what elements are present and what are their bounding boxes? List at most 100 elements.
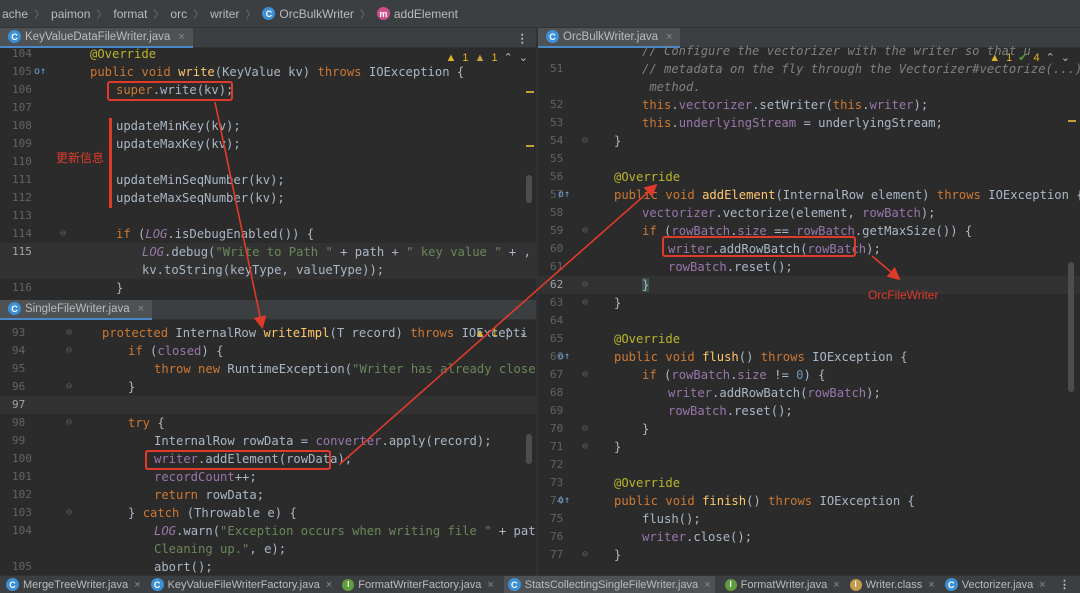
override-marker-icon[interactable]: o↑ — [34, 63, 46, 81]
override-marker-icon[interactable]: o↑ — [558, 186, 570, 204]
vertical-scrollbar[interactable] — [1068, 262, 1074, 392]
close-icon[interactable]: × — [928, 579, 934, 591]
close-icon[interactable]: × — [326, 579, 332, 591]
vertical-scrollbar[interactable] — [526, 175, 532, 203]
fold-icon[interactable]: ⊖ — [66, 378, 72, 396]
line-number: 109 — [12, 137, 32, 150]
fold-icon[interactable]: ⊖ — [582, 420, 588, 438]
breadcrumb-label: OrcBulkWriter — [279, 6, 354, 21]
close-icon[interactable]: × — [178, 31, 184, 43]
code-line: 72 — [538, 456, 1080, 474]
highlight-update-bar — [109, 118, 112, 208]
breadcrumb-item-paimon[interactable]: paimon — [51, 7, 90, 21]
override-marker-icon[interactable]: o↑ — [558, 348, 570, 366]
code-line: 104 @Override — [0, 45, 536, 63]
tab-vectorizer[interactable]: C Vectorizer.java × — [944, 578, 1046, 591]
close-icon[interactable]: × — [138, 303, 144, 315]
fold-icon[interactable]: ⊖ — [66, 504, 72, 522]
tab-keyvaluefilewriterfactory[interactable]: C KeyValueFileWriterFactory.java × — [150, 578, 332, 591]
tab-formatwriterfactory[interactable]: I FormatWriterFactory.java × — [342, 578, 494, 591]
tab-menu-icon[interactable]: ⋮ — [1059, 578, 1070, 591]
override-marker-icon[interactable]: o↑ — [558, 492, 570, 510]
fold-icon[interactable]: ⊖ — [582, 132, 588, 150]
close-icon[interactable]: × — [666, 31, 672, 43]
line-number: 116 — [12, 281, 32, 294]
fold-icon[interactable]: ⊖ — [66, 342, 72, 360]
breadcrumb-item-addelement[interactable]: m addElement — [376, 7, 458, 21]
code-line: 115 LOG.debug("Write to Path " + path + "… — [0, 243, 536, 261]
code-editor[interactable]: ▲ 1 ✔ 4 ⌃ ⌄ // Configure the vectorizer wit… — [538, 42, 1080, 575]
code-line: 106 super.write(kv); — [0, 81, 536, 99]
tab-formatwriter[interactable]: I FormatWriter.java × — [724, 578, 840, 591]
tab-statscollectingsinglefilewriter[interactable]: C StatsCollectingSingleFileWriter.java × — [503, 575, 715, 593]
code-line: // Configure the vectorizer with the wri… — [642, 44, 1031, 58]
editor-pane-orcbulkwriter: C OrcBulkWriter.java × ▲ 1 ✔ 4 ⌃ ⌄ // Configu… — [538, 28, 1080, 575]
code-line: 98 ⊖ try { — [0, 414, 536, 432]
fold-icon[interactable]: ⊖ — [582, 294, 588, 312]
code-line: 55 — [538, 150, 1080, 168]
tab-mergetreewriter[interactable]: C MergeTreeWriter.java × — [6, 578, 141, 591]
code-editor[interactable]: ▲ 1 ⌃ ⌄ 93 ⊖ protected InternalRow writeImpl… — [0, 322, 536, 575]
fold-icon[interactable]: ⊖ — [66, 414, 72, 432]
code-editor[interactable]: ▲ 1 ▲ 1 ⌃ ⌄ 104 @Override 105 o↑ public void w… — [0, 45, 536, 298]
tab-label: MergeTreeWriter.java — [23, 578, 129, 591]
chevron-right-icon: 〉 — [193, 8, 205, 21]
tab-menu-icon[interactable]: ⋮ — [517, 31, 529, 45]
scroll-marker — [526, 145, 534, 147]
line-number: 104 — [12, 47, 32, 60]
line-number: 68 — [550, 386, 564, 399]
line-number: 52 — [550, 98, 564, 111]
fold-icon[interactable]: ⊖ — [582, 222, 588, 240]
code-line: 62 ⊖} — [538, 276, 1080, 294]
chevron-right-icon: 〉 — [245, 8, 257, 21]
fold-icon[interactable]: ⊖ — [60, 225, 66, 243]
line-number: 53 — [550, 116, 564, 129]
tab-label: KeyValueDataFileWriter.java — [25, 30, 171, 43]
fold-icon[interactable]: ⊖ — [582, 546, 588, 564]
annotation-update-info: 更新信息 — [56, 151, 105, 165]
line-number: 76 — [550, 530, 564, 543]
tab-label: KeyValueFileWriterFactory.java — [167, 578, 320, 591]
fold-icon[interactable]: ⊖ — [582, 438, 588, 456]
line-number: 100 — [12, 452, 32, 465]
code-line: 105 abort(); — [0, 558, 536, 575]
code-line: 51// metadata on the fly through the Vec… — [538, 60, 1080, 78]
code-line: 116} — [0, 279, 536, 297]
tab-label: Vectorizer.java — [961, 578, 1034, 591]
line-number: 71 — [550, 440, 564, 453]
close-icon[interactable]: × — [134, 579, 140, 591]
code-line: 103 ⊖} catch (Throwable e) { — [0, 504, 536, 522]
vertical-scrollbar[interactable] — [526, 434, 532, 464]
close-icon[interactable]: × — [833, 579, 839, 591]
fold-icon[interactable]: ⊖ — [582, 276, 588, 294]
line-number: 72 — [550, 458, 564, 471]
line-number: 59 — [550, 224, 564, 237]
class-icon: C — [6, 578, 19, 591]
scroll-marker — [526, 91, 534, 93]
close-icon[interactable]: × — [487, 579, 493, 591]
breadcrumb-item-orc[interactable]: orc — [170, 7, 187, 21]
highlight-super-write — [107, 81, 233, 101]
breadcrumb-item-ache[interactable]: ache — [2, 7, 28, 21]
breadcrumb-item-orcbulkwriter[interactable]: C OrcBulkWriter — [262, 6, 354, 21]
close-icon[interactable]: × — [1039, 579, 1045, 591]
code-line: 52 this.vectorizer.setWriter(this.writer)… — [538, 96, 1080, 114]
line-number: 110 — [12, 155, 32, 168]
tab-singlefilewriter[interactable]: C SingleFileWriter.java × — [0, 300, 153, 320]
line-number: 94 — [12, 344, 26, 357]
code-line: 63 ⊖} — [538, 294, 1080, 312]
code-line: 65 @Override — [538, 330, 1080, 348]
annotation-orcfilewriter: OrcFileWriter — [868, 288, 939, 302]
tab-writer-class[interactable]: I Writer.class × — [849, 578, 935, 591]
breadcrumb-item-format[interactable]: format — [113, 7, 147, 21]
code-line: 104 LOG.warn("Exception occurs when writi… — [0, 522, 536, 540]
close-icon[interactable]: × — [704, 579, 710, 591]
code-line: kv.toString(keyType, valueType)); — [0, 261, 536, 279]
fold-icon[interactable]: ⊖ — [66, 324, 72, 342]
code-line: 114 ⊖ if (LOG.isDebugEnabled()) { — [0, 225, 536, 243]
code-line: 96 ⊖} — [0, 378, 536, 396]
line-number: 54 — [550, 134, 564, 147]
scroll-marker — [1068, 120, 1076, 122]
fold-icon[interactable]: ⊖ — [582, 366, 588, 384]
breadcrumb-item-writer[interactable]: writer — [210, 7, 239, 21]
